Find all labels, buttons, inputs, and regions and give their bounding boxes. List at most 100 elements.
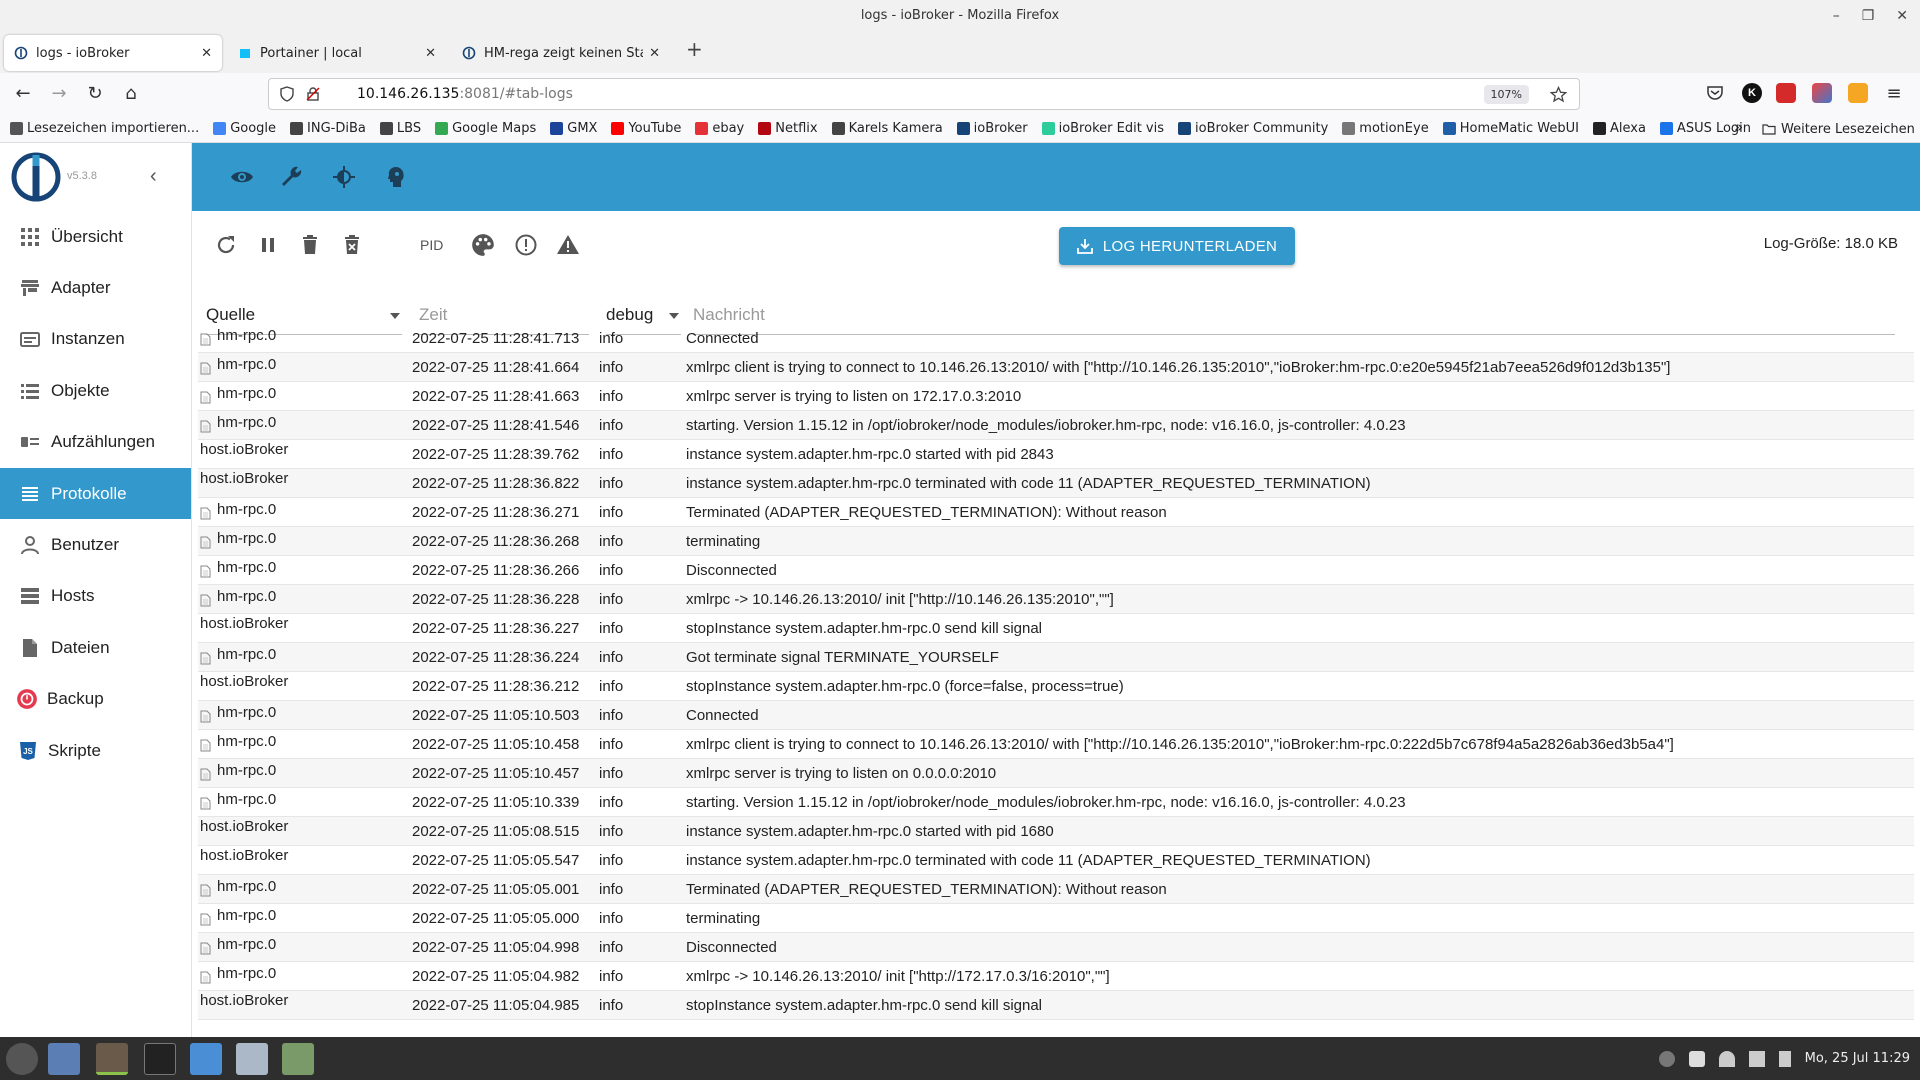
show-desktop-icon[interactable]: [48, 1043, 80, 1075]
iobroker-icon: [14, 46, 28, 60]
extension-colors-icon[interactable]: [1812, 83, 1832, 103]
palette-icon[interactable]: [470, 232, 496, 258]
bookmark-favicon-icon: [1178, 122, 1191, 135]
window-title: logs - ioBroker - Mozilla Firefox: [0, 0, 1920, 31]
new-tab-button[interactable]: +: [686, 37, 703, 61]
bookmark-item[interactable]: LBS: [379, 121, 421, 136]
eye-icon[interactable]: [230, 165, 254, 189]
log-row: host.ioBroker 2022-07-25 11:28:39.762 info…: [198, 440, 1914, 469]
bookmark-item[interactable]: Google Maps: [435, 121, 536, 136]
tab-strip: logs - ioBroker ✕ Portainer | local ✕ HM…: [0, 31, 1920, 73]
bookmark-item[interactable]: GMX: [550, 121, 597, 136]
bookmark-item[interactable]: Karels Kamera: [831, 121, 943, 136]
info-circle-icon[interactable]: [514, 233, 538, 257]
zoom-indicator[interactable]: 107%: [1483, 85, 1529, 104]
log-row: host.ioBroker 2022-07-25 11:28:36.212 info…: [198, 672, 1914, 701]
terminal-icon[interactable]: [144, 1043, 176, 1075]
warning-icon[interactable]: [556, 233, 580, 257]
iobroker-logo: [11, 152, 61, 202]
bookmark-item[interactable]: HomeMatic WebUI: [1442, 121, 1579, 136]
spreadsheet-icon[interactable]: [282, 1043, 314, 1075]
tab-close-icon[interactable]: ✕: [425, 46, 436, 61]
extension-orange-icon[interactable]: [1848, 83, 1868, 103]
battery-icon[interactable]: [1778, 1050, 1791, 1067]
shield-icon[interactable]: [1688, 1050, 1705, 1067]
sidebar-item-adapter[interactable]: Adapter: [0, 262, 191, 313]
sidebar-item-scripts[interactable]: JS Skripte: [0, 725, 191, 776]
bookmark-item[interactable]: ING-DiBa: [290, 121, 366, 136]
log-row: host.ioBroker 2022-07-25 11:05:08.515 info…: [198, 817, 1914, 846]
log-source-label: hm-rpc.0: [217, 588, 277, 605]
sidebar-item-files[interactable]: Dateien: [0, 622, 191, 673]
mint-menu-icon[interactable]: [6, 1043, 38, 1075]
log-source-label: hm-rpc.0: [217, 762, 277, 779]
forward-button[interactable]: →: [48, 83, 70, 105]
delete-forever-icon[interactable]: [340, 233, 364, 257]
sidebar-item-enums[interactable]: Aufzählungen: [0, 417, 191, 468]
bookmark-item[interactable]: ioBroker Community: [1178, 121, 1328, 136]
pause-icon[interactable]: [256, 233, 280, 257]
home-button[interactable]: ⌂: [120, 83, 142, 105]
close-window-button[interactable]: ✕: [1896, 8, 1908, 24]
browser-tab-forum[interactable]: HM-rega zeigt keinen Status ✕: [452, 35, 670, 71]
extension-pdf-icon[interactable]: [1776, 83, 1796, 103]
bookmark-star-icon[interactable]: [1550, 86, 1567, 103]
bookmark-item[interactable]: YouTube: [611, 121, 681, 136]
log-time: 2022-07-25 11:05:08.515: [412, 823, 580, 840]
sidebar-item-logs[interactable]: Protokolle: [0, 467, 191, 520]
sidebar-item-instances[interactable]: Instanzen: [0, 314, 191, 365]
bookmark-item[interactable]: ioBroker Edit vis: [1041, 121, 1164, 136]
insecure-lock-icon[interactable]: [305, 86, 321, 102]
clock[interactable]: Mo, 25 Jul 11:29: [1805, 1051, 1910, 1066]
back-button[interactable]: ←: [12, 83, 34, 105]
pid-toggle-button[interactable]: PID: [420, 237, 443, 253]
bluetooth-icon[interactable]: [1658, 1050, 1675, 1067]
log-row: hm-rpc.0 2022-07-25 11:05:05.001 info Termi…: [198, 875, 1914, 904]
log-time: 2022-07-25 11:28:41.663: [412, 388, 580, 405]
browser-tab-logs[interactable]: logs - ioBroker ✕: [4, 35, 222, 71]
pocket-icon[interactable]: [1706, 84, 1724, 102]
tab-label: Portainer | local: [260, 45, 362, 61]
tab-close-icon[interactable]: ✕: [201, 46, 212, 61]
minimize-button[interactable]: –: [1833, 8, 1840, 24]
menu-hamburger-icon[interactable]: ≡: [1883, 83, 1905, 105]
sidebar-item-overview[interactable]: Übersicht: [0, 211, 191, 262]
bookmark-item[interactable]: Netflix: [758, 121, 818, 136]
log-source: hm-rpc.0: [200, 731, 276, 752]
wifi-icon[interactable]: [1718, 1050, 1735, 1067]
expert-mode-icon[interactable]: [384, 165, 408, 189]
volume-icon[interactable]: [1748, 1050, 1765, 1067]
collapse-sidebar-icon[interactable]: ‹: [150, 165, 157, 188]
sidebar-item-objects[interactable]: Objekte: [0, 365, 191, 416]
log-message: instance system.adapter.hm-rpc.0 termina…: [686, 475, 1371, 492]
other-bookmarks-folder[interactable]: Weitere Lesezeichen: [1762, 115, 1915, 143]
bookmark-item[interactable]: Lesezeichen importieren...: [10, 121, 199, 136]
maximize-button[interactable]: ❐: [1862, 8, 1875, 24]
bookmark-item[interactable]: Alexa: [1592, 121, 1646, 136]
log-severity: info: [599, 910, 624, 927]
files-icon[interactable]: [190, 1043, 222, 1075]
browser-tab-portainer[interactable]: Portainer | local ✕: [228, 35, 446, 71]
message-header: Nachricht: [693, 304, 765, 324]
wrench-icon[interactable]: [280, 165, 304, 189]
shield-icon[interactable]: [279, 86, 295, 102]
sidebar-item-users[interactable]: Benutzer: [0, 519, 191, 570]
bookmark-item[interactable]: ioBroker: [956, 121, 1028, 136]
firefox-icon[interactable]: [96, 1043, 128, 1075]
url-bar[interactable]: 10.146.26.135:8081/#tab-logs 107%: [268, 78, 1580, 110]
bookmark-item[interactable]: ebay: [695, 121, 744, 136]
extension-k-icon[interactable]: K: [1742, 83, 1762, 103]
log-source-label: hm-rpc.0: [217, 327, 277, 344]
theme-icon[interactable]: [332, 165, 356, 189]
bookmark-item[interactable]: Google: [213, 121, 276, 136]
sidebar-item-backup[interactable]: Backup: [0, 674, 191, 725]
photo-app-icon[interactable]: [236, 1043, 268, 1075]
download-log-button[interactable]: LOG HERUNTERLADEN: [1059, 227, 1295, 265]
bookmarks-overflow-icon[interactable]: »: [1734, 118, 1743, 136]
reload-button[interactable]: ↻: [84, 83, 106, 105]
tab-close-icon[interactable]: ✕: [649, 46, 660, 61]
sidebar-item-hosts[interactable]: Hosts: [0, 571, 191, 622]
bookmark-item[interactable]: motionEye: [1342, 121, 1429, 136]
refresh-icon[interactable]: [214, 233, 238, 257]
delete-icon[interactable]: [298, 233, 322, 257]
